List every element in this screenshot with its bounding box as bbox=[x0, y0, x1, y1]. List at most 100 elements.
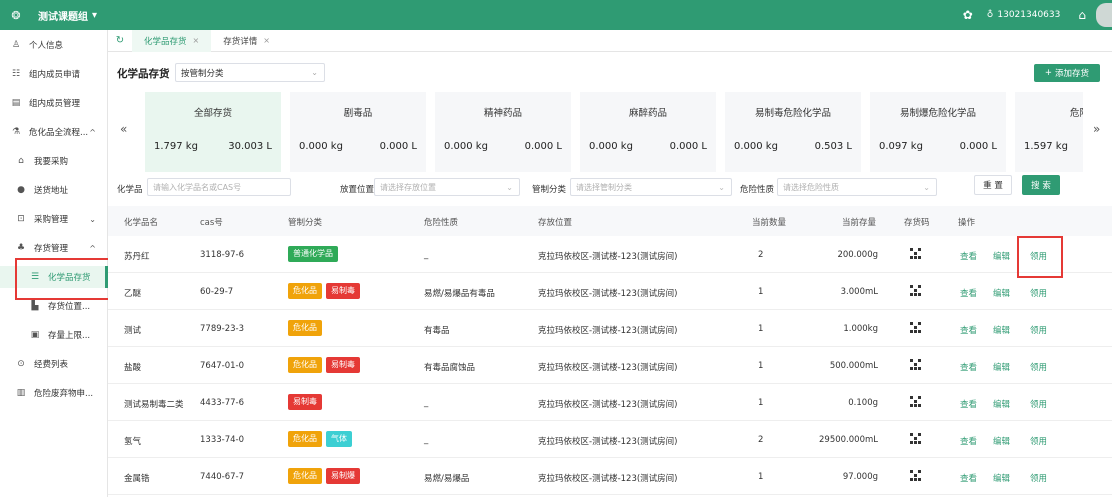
edit-link[interactable]: 编辑 bbox=[993, 250, 1010, 262]
sidebar-item-profile[interactable]: ♙ 个人信息 bbox=[0, 34, 108, 56]
sidebar-item-member-manage[interactable]: ▤ 组内成员管理 bbox=[0, 92, 108, 114]
cell-control-tags: 易制毒 bbox=[288, 394, 326, 410]
view-link[interactable]: 查看 bbox=[960, 250, 977, 262]
search-button[interactable]: 搜 索 bbox=[1022, 175, 1060, 195]
caret-down-icon: ▾ bbox=[92, 9, 98, 21]
claim-link[interactable]: 领用 bbox=[1030, 361, 1047, 373]
qr-code-icon[interactable] bbox=[910, 248, 921, 259]
stat-title: 易制爆危险化学品 bbox=[899, 108, 976, 119]
cell-quantity: 2 bbox=[758, 435, 764, 445]
refresh-icon[interactable]: ↻ bbox=[108, 35, 132, 46]
settings-gear-icon[interactable]: ✿ bbox=[963, 8, 973, 22]
qr-code-icon[interactable] bbox=[910, 433, 921, 444]
sidebar-item-funds[interactable]: ⊙ 经费列表 bbox=[0, 353, 108, 375]
home-icon[interactable]: ⌂ bbox=[1078, 8, 1086, 22]
view-link[interactable]: 查看 bbox=[960, 398, 977, 410]
location-bar-icon: ▙ bbox=[31, 301, 39, 311]
sidebar-item-inventory-manage[interactable]: ♣ 存货管理 ^ bbox=[0, 237, 108, 259]
claim-link[interactable]: 领用 bbox=[1030, 287, 1047, 299]
stat-card-narcotic[interactable]: 麻醉药品 0.000 kg 0.000 L bbox=[580, 92, 716, 172]
sidebar-item-stock-limit[interactable]: ▣ 存量上限... bbox=[0, 324, 108, 346]
column-header: 操作 bbox=[958, 218, 976, 228]
sidebar-item-label: 组内成员管理 bbox=[29, 99, 81, 109]
chemical-process-icon: ⚗ bbox=[11, 127, 21, 137]
table-row: 苏丹红 3118-97-6 普通化学品 _ 克拉玛依校区-测试楼-123(测试房间) 2 2… bbox=[108, 236, 1112, 273]
cell-location: 克拉玛依校区-测试楼-123(测试房间) bbox=[538, 363, 678, 373]
edit-link[interactable]: 编辑 bbox=[993, 361, 1010, 373]
qr-code-icon[interactable] bbox=[910, 470, 921, 481]
stat-kg: 0.000 kg bbox=[444, 141, 488, 152]
reset-button[interactable]: 重 置 bbox=[974, 175, 1012, 195]
hazard-select-placeholder: 请选择危险性质 bbox=[783, 182, 839, 192]
cell-location: 克拉玛依校区-测试楼-123(测试房间) bbox=[538, 474, 678, 484]
edit-link[interactable]: 编辑 bbox=[993, 435, 1010, 447]
claim-link[interactable]: 领用 bbox=[1030, 435, 1047, 447]
edit-link[interactable]: 编辑 bbox=[993, 287, 1010, 299]
stat-card-explosive[interactable]: 易制爆危险化学品 0.097 kg 0.000 L bbox=[870, 92, 1006, 172]
qr-code-icon[interactable] bbox=[910, 322, 921, 333]
tab-inventory-detail[interactable]: 存货详情 × bbox=[211, 30, 282, 52]
stat-l: 0.000 L bbox=[524, 141, 562, 152]
column-header: 存货码 bbox=[904, 218, 930, 228]
group-name: 测试课题组 bbox=[38, 11, 88, 23]
view-link[interactable]: 查看 bbox=[960, 324, 977, 336]
cell-control-tags: 危化品 易制毒 bbox=[288, 357, 364, 373]
hazard-select[interactable]: 请选择危险性质 ⌄ bbox=[777, 178, 937, 196]
claim-link[interactable]: 领用 bbox=[1030, 472, 1047, 484]
view-link[interactable]: 查看 bbox=[960, 435, 977, 447]
user-account[interactable]: ♁ 13021340633 bbox=[987, 10, 1061, 20]
member-apply-icon: ☷ bbox=[11, 69, 21, 79]
cell-quantity: 1 bbox=[758, 287, 764, 297]
chemical-search-input[interactable]: 请输入化学品名或CAS号 bbox=[147, 178, 291, 196]
scroll-left-icon[interactable]: « bbox=[120, 122, 127, 136]
sidebar: ♙ 个人信息 ☷ 组内成员申请 ▤ 组内成员管理 ⚗ 危化品全流程... ^ ⌂ 我要采购… bbox=[0, 30, 112, 497]
sidebar-item-purchase[interactable]: ⌂ 我要采购 bbox=[0, 150, 108, 172]
member-manage-icon: ▤ bbox=[11, 98, 21, 108]
category-select[interactable]: 按管制分类 ⌄ bbox=[175, 63, 325, 82]
stat-kg: 0.000 kg bbox=[299, 141, 343, 152]
cell-stock: 1.000kg bbox=[843, 324, 878, 334]
close-icon[interactable]: × bbox=[263, 36, 270, 45]
stat-card-toxic[interactable]: 剧毒品 0.000 kg 0.000 L bbox=[290, 92, 426, 172]
stat-card-psychotropic[interactable]: 精神药品 0.000 kg 0.000 L bbox=[435, 92, 571, 172]
edit-link[interactable]: 编辑 bbox=[993, 324, 1010, 336]
claim-link[interactable]: 领用 bbox=[1030, 324, 1047, 336]
cell-chemical-name: 乙醚 bbox=[124, 289, 142, 299]
scroll-right-icon[interactable]: » bbox=[1093, 122, 1100, 136]
qr-code-icon[interactable] bbox=[910, 285, 921, 296]
control-tag: 易制爆 bbox=[326, 468, 360, 484]
cell-hazard: _ bbox=[424, 398, 429, 408]
chemical-search-placeholder: 请输入化学品名或CAS号 bbox=[153, 182, 242, 192]
edit-link[interactable]: 编辑 bbox=[993, 398, 1010, 410]
claim-link[interactable]: 领用 bbox=[1030, 398, 1047, 410]
sidebar-item-waste[interactable]: ▥ 危险废弃物申... bbox=[0, 382, 108, 404]
chevron-up-icon: ^ bbox=[89, 243, 96, 253]
sidebar-item-purchase-manage[interactable]: ⊡ 采购管理 ⌄ bbox=[0, 208, 108, 230]
sidebar-item-label: 存量上限... bbox=[48, 331, 91, 341]
control-select[interactable]: 请选择管制分类 ⌄ bbox=[570, 178, 732, 196]
sidebar-item-address[interactable]: ● 送货地址 bbox=[0, 179, 108, 201]
qr-code-icon[interactable] bbox=[910, 359, 921, 370]
add-inventory-button[interactable]: + 添加存货 bbox=[1034, 64, 1100, 82]
avatar[interactable] bbox=[1096, 3, 1112, 27]
highlight-box bbox=[15, 258, 112, 300]
cell-stock: 200.000g bbox=[837, 250, 878, 260]
column-header: 存放位置 bbox=[538, 218, 573, 228]
group-switcher[interactable]: 测试课题组 ▾ bbox=[38, 8, 97, 23]
location-select[interactable]: 请选择存放位置 ⌄ bbox=[374, 178, 520, 196]
cell-stock: 29500.000mL bbox=[819, 435, 878, 445]
sidebar-item-member-apply[interactable]: ☷ 组内成员申请 bbox=[0, 63, 108, 85]
view-link[interactable]: 查看 bbox=[960, 287, 977, 299]
view-link[interactable]: 查看 bbox=[960, 472, 977, 484]
column-header: 危险性质 bbox=[424, 218, 459, 228]
sidebar-item-chemical-process[interactable]: ⚗ 危化品全流程... ^ bbox=[0, 121, 108, 143]
view-link[interactable]: 查看 bbox=[960, 361, 977, 373]
stat-card-hazard[interactable]: 危险 1.597 kg bbox=[1015, 92, 1083, 172]
control-tag: 危化品 bbox=[288, 431, 322, 447]
qr-code-icon[interactable] bbox=[910, 396, 921, 407]
edit-link[interactable]: 编辑 bbox=[993, 472, 1010, 484]
tab-chemical-inventory[interactable]: 化学品存货 × bbox=[132, 29, 212, 52]
stat-card-all[interactable]: 全部存货 1.797 kg 30.003 L bbox=[145, 92, 281, 172]
stat-card-precursor[interactable]: 易制毒危险化学品 0.000 kg 0.503 L bbox=[725, 92, 861, 172]
close-icon[interactable]: × bbox=[193, 36, 200, 45]
